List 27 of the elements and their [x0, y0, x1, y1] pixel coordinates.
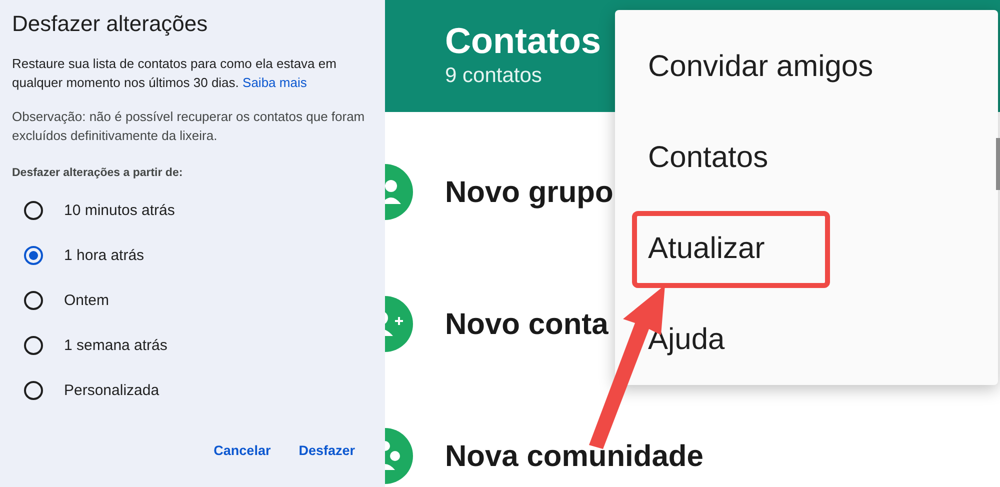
cancel-button[interactable]: Cancelar: [214, 440, 271, 461]
radio-button[interactable]: [24, 336, 43, 356]
menu-item[interactable]: Ajuda: [648, 317, 725, 362]
menu-item[interactable]: Convidar amigos: [648, 44, 874, 89]
option-label: Personalizada: [64, 380, 160, 400]
option-label: 1 hora atrás: [64, 246, 144, 266]
radio-button[interactable]: [24, 381, 43, 400]
contact-count: 9 contatos: [445, 63, 542, 89]
option-label: 1 semana atrás: [64, 336, 168, 356]
option-label: 10 minutos atrás: [64, 200, 175, 220]
option-label: Ontem: [64, 290, 110, 310]
options-label: Desfazer alterações a partir de:: [12, 166, 184, 181]
undo-button[interactable]: Desfazer: [298, 440, 355, 461]
menu-item[interactable]: Atualizar: [648, 226, 765, 271]
list-item-label[interactable]: Nova comunidade: [445, 434, 704, 478]
screen-title: Contatos: [445, 20, 601, 62]
menu-item[interactable]: Contatos: [648, 135, 768, 180]
dialog-title: Desfazer alterações: [12, 10, 209, 38]
description-text: Restaure sua lista de contatos para como ela estava em qualquer momento nos últimos 30 dias. Saiba mais: [12, 55, 338, 92]
list-item-label[interactable]: Novo conta: [445, 302, 608, 346]
learn-more-link[interactable]: Saiba mais: [242, 75, 307, 90]
note-text: Observação: não é possível recuperar os contatos que foram excluídos definitivamente da lixeira.: [12, 108, 366, 145]
radio-button[interactable]: [24, 291, 43, 310]
scrollbar: [996, 138, 1000, 190]
radio-button[interactable]: [24, 201, 43, 220]
radio-button[interactable]: [24, 246, 43, 266]
list-item-label[interactable]: Novo grupo: [445, 170, 614, 214]
